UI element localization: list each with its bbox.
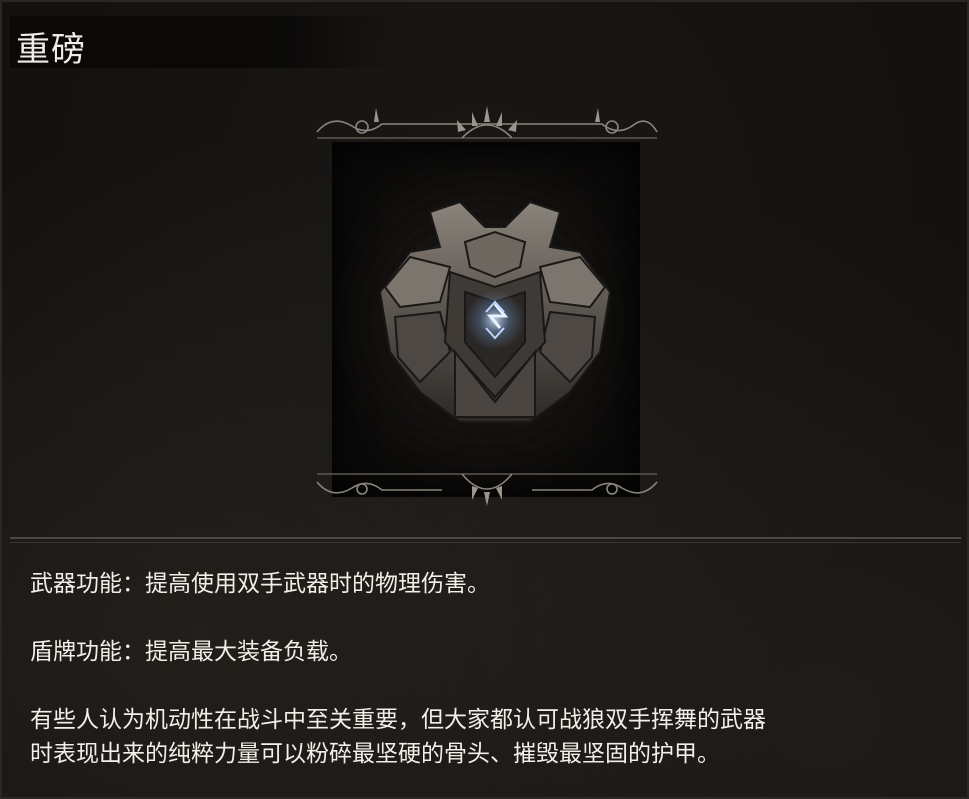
rune-stone-shield-icon	[370, 192, 620, 432]
lore-text-line1: 有些人认为机动性在战斗中至关重要，但大家都认可战狼双手挥舞的武器	[30, 707, 766, 733]
lore-text-line2: 时表现出来的纯粹力量可以粉碎最坚硬的骨头、摧毁最坚固的护甲。	[30, 741, 720, 767]
item-title: 重磅	[16, 30, 86, 70]
weapon-effect-text: 武器功能：提高使用双手武器时的物理伤害。	[30, 571, 490, 597]
item-description: 武器功能：提高使用双手武器时的物理伤害。 盾牌功能：提高最大装备负载。 有些人认…	[30, 567, 950, 771]
shield-effect-text: 盾牌功能：提高最大装备负载。	[30, 639, 352, 665]
bottom-frame-ornament	[312, 464, 662, 509]
section-divider	[10, 535, 961, 545]
item-detail-panel: 重磅 武器功能：提高使用双手武器时的物理伤害。 盾牌功能：提高最大装备负载。 有…	[0, 0, 969, 799]
